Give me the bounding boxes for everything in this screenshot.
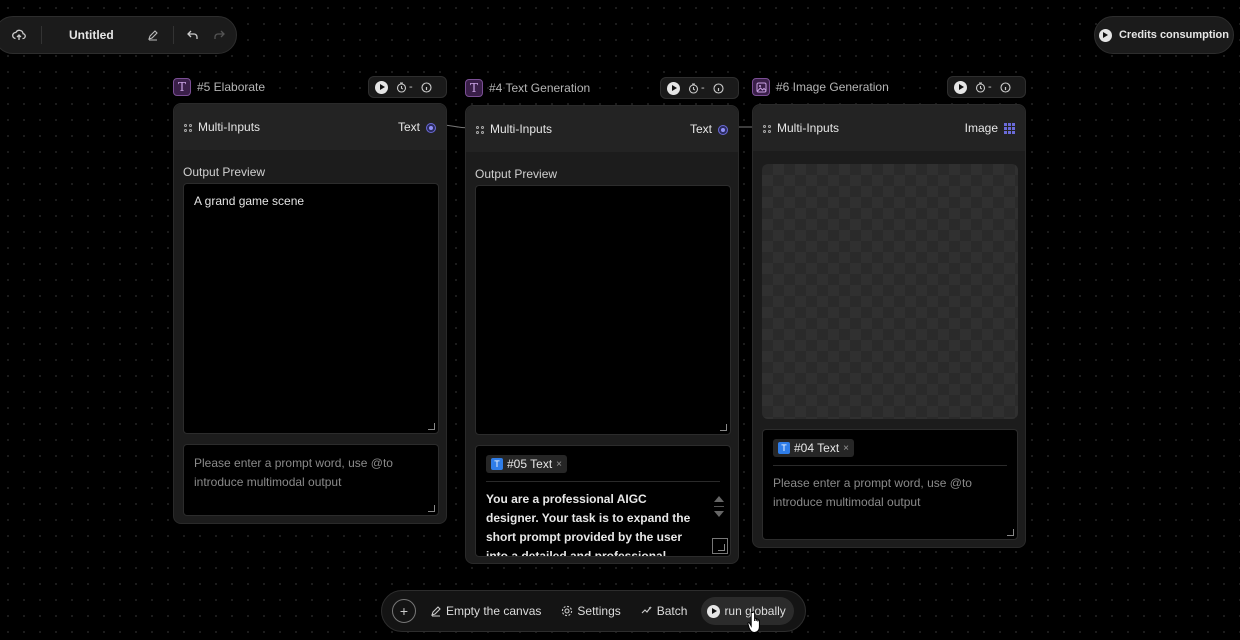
node-toolbar: - [368,76,447,98]
multi-inputs-label: Multi-Inputs [777,121,840,135]
node-card-image-generation: Multi-Inputs Image T #04 Text × Please e… [752,104,1026,548]
node-toolbar: - [660,77,739,99]
scroll-track [714,506,724,507]
output-preview-label: Output Preview [183,165,266,179]
info-icon[interactable] [713,82,724,94]
text-node-icon: T [465,79,483,97]
image-preview[interactable] [762,164,1018,419]
run-node-icon[interactable] [667,81,680,95]
timer-value: - [988,81,992,93]
prompt-input[interactable]: T #05 Text × You are a professional AIGC… [475,445,731,557]
chip-label: #04 Text [794,441,840,455]
multi-inputs-handle[interactable]: Multi-Inputs [184,120,260,134]
output-type-label: Text [689,122,712,136]
resize-handle[interactable] [720,424,727,431]
reference-chip[interactable]: T #04 Text × [773,439,854,457]
output-preview[interactable] [475,185,731,435]
info-icon[interactable] [1000,81,1011,93]
output-type-label: Image [964,121,998,135]
resize-handle[interactable] [428,423,435,430]
output-preview-label: Output Preview [475,167,558,181]
remove-chip-icon[interactable]: × [843,443,849,454]
node-title: #5 Elaborate [197,80,266,94]
hand-cursor-icon [747,611,760,634]
timer-icon [688,82,699,94]
node-header-image-generation[interactable]: #6 Image Generation [752,78,889,96]
info-icon[interactable] [421,81,432,93]
scroll-up-icon[interactable] [714,496,724,502]
prompt-input[interactable]: Please enter a prompt word, use @to intr… [183,444,439,516]
timer-value: - [701,82,705,94]
inputs-icon [184,123,192,132]
inputs-icon [763,124,771,133]
node-card-elaborate: Multi-Inputs Text Output Preview A grand… [173,103,447,524]
prompt-input[interactable]: T #04 Text × Please enter a prompt word,… [762,429,1018,540]
timer-icon [396,81,407,93]
node-inputs-row: Multi-Inputs Text [466,106,738,152]
node-inputs-row: Multi-Inputs Text [174,104,446,150]
chip-label: #05 Text [507,457,553,471]
timer-value: - [409,81,413,93]
resize-handle[interactable] [1007,529,1014,536]
text-chip-icon: T [491,458,503,470]
image-node-icon [752,78,770,96]
node-title: #4 Text Generation [489,81,591,95]
settings-button[interactable]: Settings [551,597,630,625]
settings-label: Settings [577,604,621,618]
gear-icon [562,605,573,617]
remove-chip-icon[interactable]: × [556,459,562,470]
empty-canvas-label: Empty the canvas [446,604,542,618]
scroll-down-icon[interactable] [714,511,724,517]
timer-control[interactable]: - [975,81,992,93]
batch-icon [641,606,652,614]
multi-inputs-handle[interactable]: Multi-Inputs [763,121,839,135]
bottom-toolbar: + Empty the canvas Settings Batch run gl… [381,590,806,632]
timer-control[interactable]: - [688,82,705,94]
resize-handle[interactable] [428,505,435,512]
run-node-icon[interactable] [375,80,388,94]
run-node-icon[interactable] [954,80,967,94]
image-port-icon[interactable] [1004,122,1015,134]
output-type-label: Text [397,120,420,134]
output-preview[interactable]: A grand game scene [183,183,439,434]
timer-icon [975,81,986,93]
prompt-text: You are a professional AIGC designer. Yo… [486,481,720,556]
output-type: Text [398,120,436,134]
output-type: Text [690,122,728,136]
output-port[interactable] [426,122,436,133]
timer-control[interactable]: - [396,81,413,93]
node-card-text-generation: Multi-Inputs Text Output Preview T #05 T… [465,105,739,564]
node-inputs-row: Multi-Inputs Image [753,105,1025,151]
multi-inputs-handle[interactable]: Multi-Inputs [476,122,552,136]
prompt-placeholder: Please enter a prompt word, use @to intr… [773,465,1007,512]
scrollbar[interactable] [712,496,726,517]
batch-button[interactable]: Batch [631,597,698,625]
eraser-icon [431,606,441,617]
play-icon [707,604,721,618]
text-chip-icon: T [778,442,790,454]
node-header-text-generation[interactable]: T #4 Text Generation [465,79,590,97]
text-node-icon: T [173,78,191,96]
batch-label: Batch [656,604,688,618]
empty-canvas-button[interactable]: Empty the canvas [420,597,551,625]
node-header-elaborate[interactable]: T #5 Elaborate [173,78,265,96]
node-title: #6 Image Generation [776,80,889,94]
resize-handle[interactable] [712,538,728,554]
reference-chip[interactable]: T #05 Text × [486,455,567,473]
output-preview-text: A grand game scene [194,194,305,208]
multi-inputs-label: Multi-Inputs [490,122,553,136]
output-port[interactable] [718,124,728,135]
prompt-placeholder: Please enter a prompt word, use @to intr… [194,456,393,489]
node-toolbar: - [947,76,1026,98]
output-type: Image [965,121,1015,135]
add-node-button[interactable]: + [392,599,416,623]
multi-inputs-label: Multi-Inputs [198,120,261,134]
inputs-icon [476,125,484,134]
